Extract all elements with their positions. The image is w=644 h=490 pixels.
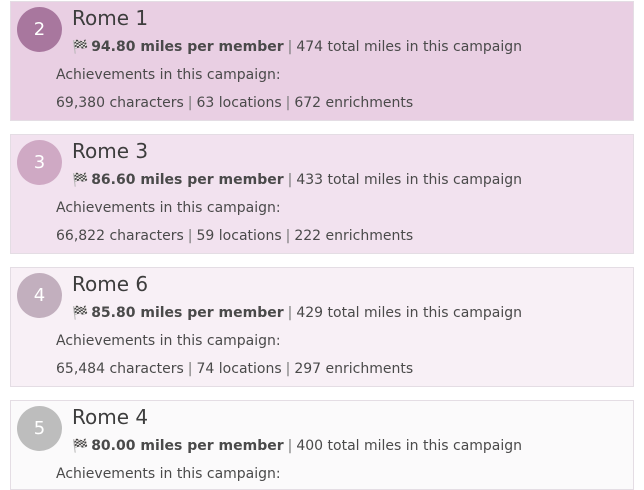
miles-per-member: 85.80 miles per member (91, 305, 284, 321)
total-miles: 474 total miles in this campaign (296, 39, 523, 55)
separator: | (285, 228, 291, 244)
rank-badge: 2 (17, 7, 62, 52)
characters-count: 69,380 characters (56, 95, 184, 111)
leaderboard-card[interactable]: 2 Rome 1 🏁 94.80 miles per member | 474 tot… (10, 1, 634, 121)
achievements-values: 69,380 characters | 63 locations | 672 enric… (56, 95, 413, 111)
miles-stats: 🏁 94.80 miles per member | 474 total miles … (72, 39, 522, 55)
rank-badge: 5 (17, 406, 62, 451)
team-name[interactable]: Rome 6 (72, 272, 148, 296)
achievements-label: Achievements in this campaign: (56, 333, 281, 349)
total-miles: 429 total miles in this campaign (296, 305, 523, 321)
rank-badge: 3 (17, 140, 62, 185)
total-miles: 400 total miles in this campaign (296, 438, 523, 454)
leaderboard-card[interactable]: 3 Rome 3 🏁 86.60 miles per member | 433 tot… (10, 134, 634, 254)
separator: | (287, 305, 293, 321)
locations-count: 59 locations (196, 228, 282, 244)
achievements-label: Achievements in this campaign: (56, 200, 281, 216)
total-miles: 433 total miles in this campaign (296, 172, 523, 188)
checkered-flag-icon: 🏁 (72, 306, 89, 321)
enrichments-count: 297 enrichments (294, 361, 414, 377)
team-name[interactable]: Rome 4 (72, 405, 148, 429)
team-name[interactable]: Rome 1 (72, 6, 148, 30)
checkered-flag-icon: 🏁 (72, 40, 89, 55)
leaderboard-card[interactable]: 5 Rome 4 🏁 80.00 miles per member | 400 tot… (10, 400, 634, 490)
locations-count: 74 locations (196, 361, 282, 377)
characters-count: 66,822 characters (56, 228, 184, 244)
separator: | (287, 172, 293, 188)
miles-per-member: 94.80 miles per member (91, 39, 284, 55)
enrichments-count: 222 enrichments (294, 228, 414, 244)
miles-per-member: 80.00 miles per member (91, 438, 284, 454)
separator: | (187, 95, 193, 111)
miles-per-member: 86.60 miles per member (91, 172, 284, 188)
separator: | (285, 361, 291, 377)
miles-stats: 🏁 85.80 miles per member | 429 total miles … (72, 305, 522, 321)
leaderboard-card[interactable]: 4 Rome 6 🏁 85.80 miles per member | 429 tot… (10, 267, 634, 387)
achievements-values: 66,822 characters | 59 locations | 222 enric… (56, 228, 413, 244)
locations-count: 63 locations (196, 95, 282, 111)
rank-badge: 4 (17, 273, 62, 318)
separator: | (187, 361, 193, 377)
team-name[interactable]: Rome 3 (72, 139, 148, 163)
achievements-label: Achievements in this campaign: (56, 67, 281, 83)
miles-stats: 🏁 86.60 miles per member | 433 total miles … (72, 172, 522, 188)
separator: | (285, 95, 291, 111)
checkered-flag-icon: 🏁 (72, 439, 89, 454)
separator: | (287, 39, 293, 55)
characters-count: 65,484 characters (56, 361, 184, 377)
separator: | (187, 228, 193, 244)
achievements-values: 65,484 characters | 74 locations | 297 enric… (56, 361, 413, 377)
separator: | (287, 438, 293, 454)
checkered-flag-icon: 🏁 (72, 173, 89, 188)
miles-stats: 🏁 80.00 miles per member | 400 total miles … (72, 438, 522, 454)
enrichments-count: 672 enrichments (294, 95, 414, 111)
